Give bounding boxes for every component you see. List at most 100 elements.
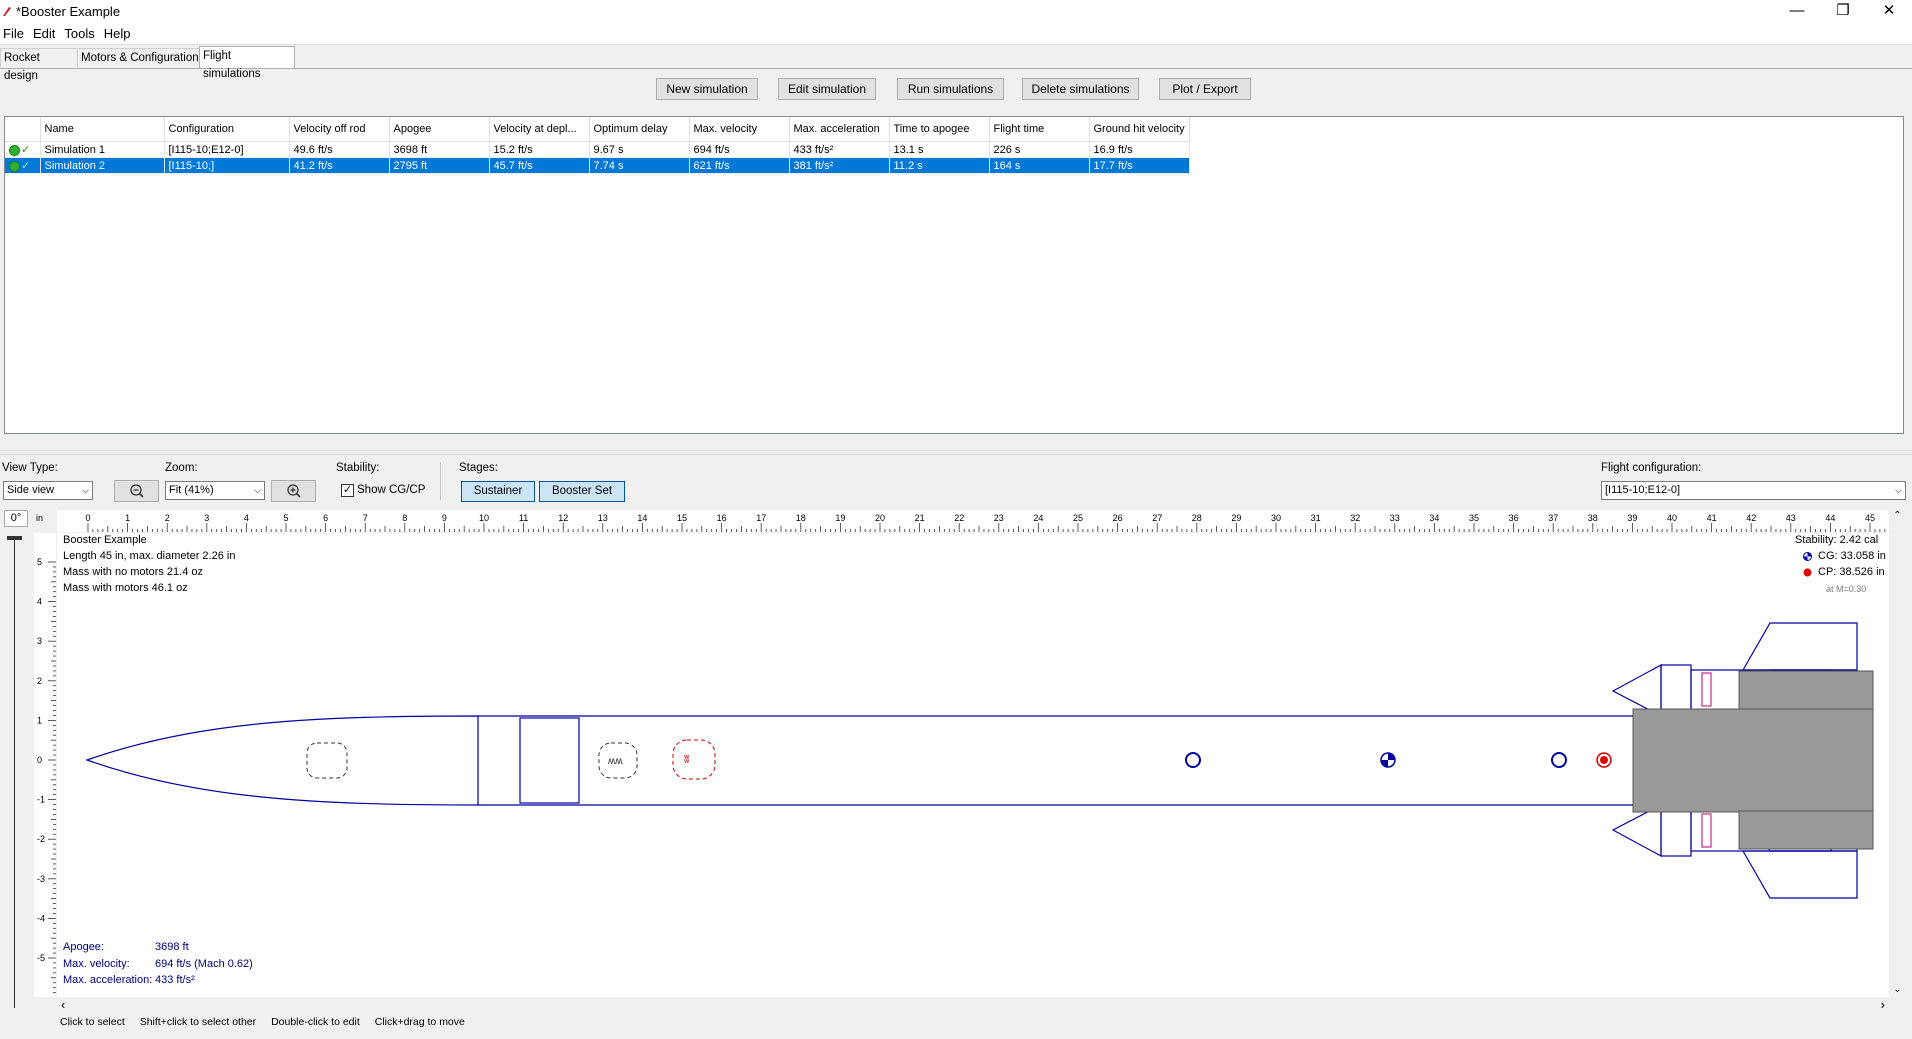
header-max-acceleration[interactable]: Max. acceleration bbox=[789, 117, 890, 142]
menu-tools[interactable]: Tools bbox=[61, 24, 100, 41]
edit-simulation-button[interactable]: Edit simulation bbox=[778, 78, 876, 100]
panel-splitter[interactable] bbox=[0, 450, 1912, 455]
header-name[interactable]: Name bbox=[40, 117, 165, 142]
status-cell: ✓ bbox=[5, 141, 41, 158]
cg-legend-icon bbox=[1803, 552, 1812, 561]
ruler-top-label: 32 bbox=[1350, 513, 1360, 523]
ruler-top-label: 8 bbox=[402, 513, 407, 523]
delete-simulations-button[interactable]: Delete simulations bbox=[1022, 78, 1139, 100]
ruler-left-label: -5 bbox=[37, 953, 45, 963]
scroll-right-icon[interactable]: › bbox=[1881, 997, 1885, 1012]
status-ok-icon bbox=[9, 160, 20, 172]
status-ok-icon bbox=[9, 144, 20, 156]
horizontal-ruler: 0 1 2 3 4 5 6 7 8 9 10 11 12 13 14 15 16 17 18 19 20 21 22 23 24… bbox=[57, 510, 1889, 532]
ruler-left-label: 4 bbox=[37, 597, 42, 607]
header-velocity-at-deploy[interactable]: Velocity at depl... bbox=[489, 117, 590, 142]
stability-value: Stability: 2.42 cal bbox=[1795, 534, 1879, 546]
header-flight-time[interactable]: Flight time bbox=[989, 117, 1090, 142]
tab-flight-simulations[interactable]: Flight simulations bbox=[199, 46, 295, 80]
ruler-top-label: 9 bbox=[442, 513, 447, 523]
cell: 16.9 ft/s bbox=[1089, 141, 1190, 158]
cell: 2795 ft bbox=[389, 157, 490, 174]
header-ground-hit-velocity[interactable]: Ground hit velocity bbox=[1089, 117, 1190, 142]
header-apogee[interactable]: Apogee bbox=[389, 117, 490, 142]
cell: 7.74 s bbox=[589, 157, 690, 174]
mach-note: at M=0.30 bbox=[1826, 584, 1867, 594]
max-acceleration-label: Max. acceleration: bbox=[63, 974, 153, 986]
ruler-top-label: 19 bbox=[835, 513, 845, 523]
status-cell: ✓ bbox=[5, 157, 41, 174]
vertical-scrollbar[interactable]: ⌃ ⌄ bbox=[1889, 510, 1906, 997]
new-simulation-button[interactable]: New simulation bbox=[656, 78, 758, 100]
horizontal-scrollbar[interactable]: ‹ › bbox=[57, 997, 1889, 1014]
ruler-left-label: 0 bbox=[37, 755, 42, 765]
rocket-drawing[interactable]: ʍʍ ʬ bbox=[57, 533, 1889, 997]
max-velocity-value: 694 ft/s (Mach 0.62) bbox=[155, 958, 253, 970]
window-title: *Booster Example bbox=[16, 4, 121, 19]
header-max-velocity[interactable]: Max. velocity bbox=[689, 117, 790, 142]
scroll-left-icon[interactable]: ‹ bbox=[61, 997, 65, 1012]
ruler-top-label: 27 bbox=[1152, 513, 1162, 523]
zoom-label: Zoom: bbox=[165, 462, 198, 474]
booster-tube-top-shape bbox=[1660, 664, 1692, 717]
cell: 621 ft/s bbox=[689, 157, 790, 174]
scroll-down-icon[interactable]: ⌄ bbox=[1889, 984, 1906, 995]
separator bbox=[440, 462, 441, 500]
cell: 433 ft/s² bbox=[789, 141, 890, 158]
ruler-top-label: 25 bbox=[1073, 513, 1083, 523]
rocket-mass-no-motors: Mass with no motors 21.4 oz bbox=[63, 566, 204, 578]
ruler-top-label: 43 bbox=[1786, 513, 1796, 523]
cell: 694 ft/s bbox=[689, 141, 790, 158]
ruler-top-label: 7 bbox=[363, 513, 368, 523]
hint-click-drag: Click+drag to move bbox=[374, 1016, 465, 1028]
vertical-ruler: 5 4 3 2 1 0 -1 -2 -3 -4 -5 bbox=[34, 533, 56, 997]
ruler-top-label: 14 bbox=[637, 513, 647, 523]
motor-mount-top-shape bbox=[1701, 672, 1712, 707]
ruler-top-label: 34 bbox=[1429, 513, 1439, 523]
tab-motors-configuration[interactable]: Motors & Configuration bbox=[77, 48, 205, 67]
rotation-slider-track[interactable] bbox=[14, 538, 15, 1008]
menu-edit[interactable]: Edit bbox=[30, 24, 61, 41]
apogee-label: Apogee: bbox=[63, 941, 104, 953]
menu-bar: File Edit Tools Help bbox=[0, 24, 1912, 45]
rotation-slider-thumb[interactable] bbox=[7, 536, 22, 540]
header-velocity-off-rod[interactable]: Velocity off rod bbox=[289, 117, 390, 142]
zoom-select[interactable]: Fit (41%) ⌵ bbox=[165, 481, 265, 500]
zoom-in-button[interactable] bbox=[271, 480, 316, 502]
parachute-shape bbox=[306, 742, 348, 779]
plot-export-button[interactable]: Plot / Export bbox=[1159, 78, 1251, 100]
close-button[interactable]: ✕ bbox=[1866, 0, 1912, 24]
shock-cord-glyph: ʍʍ bbox=[608, 756, 623, 767]
stages-label: Stages: bbox=[459, 462, 498, 474]
header-time-to-apogee[interactable]: Time to apogee bbox=[889, 117, 990, 142]
run-simulations-button[interactable]: Run simulations bbox=[897, 78, 1004, 100]
header-optimum-delay[interactable]: Optimum delay bbox=[589, 117, 690, 142]
cell: Simulation 1 bbox=[40, 141, 165, 158]
scroll-up-icon[interactable]: ⌃ bbox=[1889, 510, 1906, 521]
zoom-out-button[interactable] bbox=[114, 480, 159, 502]
minimize-button[interactable]: — bbox=[1774, 0, 1820, 24]
stage-booster-set-toggle[interactable]: Booster Set bbox=[539, 481, 625, 502]
zoom-in-icon bbox=[286, 484, 301, 498]
max-velocity-label: Max. velocity: bbox=[63, 958, 130, 970]
view-type-select[interactable]: Side view ⌵ bbox=[3, 481, 93, 500]
header-configuration[interactable]: Configuration bbox=[164, 117, 290, 142]
cell: [I115-10;] bbox=[164, 157, 290, 174]
header-status[interactable] bbox=[5, 117, 41, 142]
table-row-selected[interactable]: ✓ Simulation 2 [I115-10;] 41.2 ft/s 2795… bbox=[5, 157, 1190, 174]
menu-file[interactable]: File bbox=[0, 24, 30, 41]
restore-button[interactable]: ❐ bbox=[1820, 0, 1866, 24]
ruler-top-label: 41 bbox=[1707, 513, 1717, 523]
stage-sustainer-toggle[interactable]: Sustainer bbox=[461, 481, 535, 502]
ruler-top-label: 29 bbox=[1231, 513, 1241, 523]
table-row[interactable]: ✓ Simulation 1 [I115-10;E12-0] 49.6 ft/s… bbox=[5, 141, 1190, 158]
ruler-top-label: 30 bbox=[1271, 513, 1281, 523]
flight-configuration-select[interactable]: [I115-10;E12-0] ⌵ bbox=[1601, 481, 1906, 500]
simulation-table: Name Configuration Velocity off rod Apog… bbox=[4, 116, 1904, 434]
show-cgcp-checkbox[interactable]: ✓ bbox=[341, 484, 354, 497]
menu-help[interactable]: Help bbox=[101, 24, 137, 41]
ruler-top-label: 38 bbox=[1588, 513, 1598, 523]
ruler-top-label: 10 bbox=[479, 513, 489, 523]
rocket-figure-canvas[interactable]: ʍʍ ʬ Booster Example Length 45 in, max. … bbox=[57, 533, 1889, 997]
tab-rocket-design[interactable]: Rocket design bbox=[0, 48, 78, 82]
